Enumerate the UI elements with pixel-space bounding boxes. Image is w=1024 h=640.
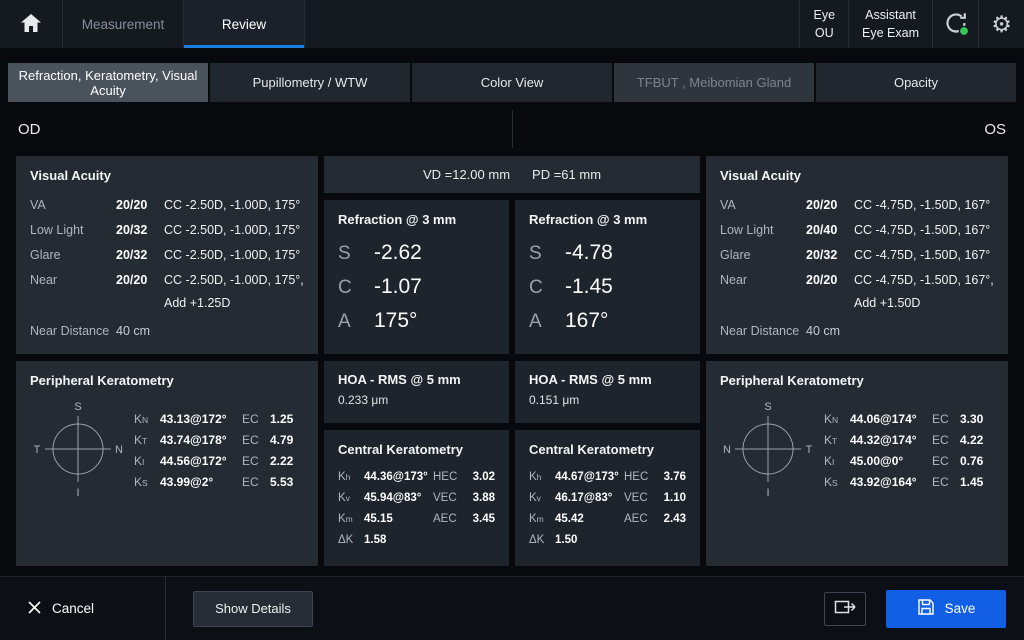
od-refraction-panel: Refraction @ 3 mm S -2.62 C -1.07 A 175°: [324, 200, 509, 354]
va-row: Near 20/20 CC -2.50D, -1.00D, 175°, Add …: [30, 268, 304, 314]
pk-row: KT 43.74@178° EC 4.79: [134, 433, 304, 447]
near-distance-row: Near Distance 40 cm: [30, 319, 304, 344]
eye-value: OU: [813, 24, 835, 42]
tab-measurement[interactable]: Measurement: [63, 0, 184, 48]
pk-row: KT 44.32@174° EC 4.22: [824, 433, 994, 447]
pk-row: KI 44.56@172° EC 2.22: [134, 454, 304, 468]
pk-row: KS 43.99@2° EC 5.53: [134, 475, 304, 489]
svg-text:S: S: [764, 401, 771, 413]
va-row: Low Light 20/32 CC -2.50D, -1.00D, 175°: [30, 218, 304, 243]
od-peripheral-keratometry-panel: Peripheral Keratometry S I T N KN: [16, 361, 318, 566]
svg-text:T: T: [806, 444, 813, 456]
os-refraction-column: Refraction @ 3 mm S -4.78 C -1.45 A 167°: [515, 200, 700, 566]
subtab-tfbut-meibomian[interactable]: TFBUT , Meibomian Gland: [614, 63, 814, 102]
assistant-value: Eye Exam: [862, 24, 919, 42]
center-columns: VD =12.00 mm PD =61 mm Refraction @ 3 mm…: [324, 156, 700, 566]
os-central-keratometry-panel: Central Keratometry Kh 44.67@173° HEC 3.…: [515, 430, 700, 566]
export-button[interactable]: [824, 592, 866, 626]
va-row: Glare 20/32 CC -4.75D, -1.50D, 167°: [720, 243, 994, 268]
tab-review[interactable]: Review: [184, 0, 305, 48]
pd-value: PD =61 mm: [532, 167, 601, 182]
gear-icon: ⚙: [991, 13, 1012, 36]
save-button[interactable]: Save: [886, 590, 1006, 628]
os-column: Visual Acuity VA 20/20 CC -4.75D, -1.50D…: [706, 156, 1008, 566]
pk-row: KS 43.92@164° EC 1.45: [824, 475, 994, 489]
panel-title: Peripheral Keratometry: [720, 373, 994, 388]
os-visual-acuity-panel: Visual Acuity VA 20/20 CC -4.75D, -1.50D…: [706, 156, 1008, 354]
panel-title: Visual Acuity: [30, 168, 304, 183]
top-bar: Measurement Review Eye OU Assistant Eye …: [0, 0, 1024, 48]
vd-pd-strip: VD =12.00 mm PD =61 mm: [324, 156, 700, 193]
svg-text:S: S: [74, 401, 81, 413]
close-icon: [28, 601, 41, 617]
os-hoa-panel: HOA - RMS @ 5 mm 0.151 μm: [515, 361, 700, 423]
subtab-color-view[interactable]: Color View: [412, 63, 612, 102]
subtab-opacity[interactable]: Opacity: [816, 63, 1016, 102]
view-tabs: Refraction, Keratometry, Visual Acuity P…: [8, 63, 1016, 102]
od-column: Visual Acuity VA 20/20 CC -2.50D, -1.00D…: [16, 156, 318, 566]
svg-text:I: I: [766, 487, 769, 499]
pk-row: KI 45.00@0° EC 0.76: [824, 454, 994, 468]
eye-selector[interactable]: Eye OU: [799, 0, 848, 48]
home-button[interactable]: [0, 0, 63, 48]
od-central-keratometry-panel: Central Keratometry Kh 44.36@173° HEC 3.…: [324, 430, 509, 566]
os-peripheral-keratometry-panel: Peripheral Keratometry S I N T KN: [706, 361, 1008, 566]
assistant-label: Assistant: [862, 6, 919, 24]
va-row: VA 20/20 CC -2.50D, -1.00D, 175°: [30, 193, 304, 218]
export-icon: [834, 598, 857, 619]
svg-text:T: T: [34, 444, 41, 456]
cancel-button[interactable]: Cancel: [28, 601, 94, 617]
od-visual-acuity-panel: Visual Acuity VA 20/20 CC -2.50D, -1.00D…: [16, 156, 318, 354]
panel-title: Visual Acuity: [720, 168, 994, 183]
va-row: Low Light 20/40 CC -4.75D, -1.50D, 167°: [720, 218, 994, 243]
subtab-pupillometry-wtw[interactable]: Pupillometry / WTW: [210, 63, 410, 102]
home-icon: [20, 13, 42, 36]
save-icon: [917, 598, 935, 619]
settings-button[interactable]: ⚙: [978, 0, 1024, 48]
sync-icon: [942, 9, 970, 40]
topbar-spacer: [305, 0, 799, 48]
os-refraction-panel: Refraction @ 3 mm S -4.78 C -1.45 A 167°: [515, 200, 700, 354]
svg-text:N: N: [115, 444, 123, 456]
od-refraction-column: Refraction @ 3 mm S -2.62 C -1.07 A 175°: [324, 200, 509, 566]
pk-row: KN 43.13@172° EC 1.25: [134, 412, 304, 426]
eye-header: OD OS: [0, 102, 1024, 156]
footer-bar: Cancel Show Details Save: [0, 576, 1024, 640]
show-details-button[interactable]: Show Details: [193, 591, 313, 627]
main-content: Visual Acuity VA 20/20 CC -2.50D, -1.00D…: [0, 156, 1024, 576]
od-axis-compass-icon: S I T N: [30, 398, 126, 503]
svg-text:N: N: [723, 444, 731, 456]
vd-value: VD =12.00 mm: [423, 167, 510, 182]
eye-label: Eye: [813, 6, 835, 24]
sync-status-button[interactable]: [932, 0, 978, 48]
va-row: Glare 20/32 CC -2.50D, -1.00D, 175°: [30, 243, 304, 268]
panel-title: Peripheral Keratometry: [30, 373, 304, 388]
os-label: OS: [513, 121, 1007, 138]
os-axis-compass-icon: S I N T: [720, 398, 816, 503]
pk-row: KN 44.06@174° EC 3.30: [824, 412, 994, 426]
subtab-refraction-keratometry-va[interactable]: Refraction, Keratometry, Visual Acuity: [8, 63, 208, 102]
near-distance-row: Near Distance 40 cm: [720, 319, 994, 344]
assistant-selector[interactable]: Assistant Eye Exam: [848, 0, 932, 48]
od-hoa-panel: HOA - RMS @ 5 mm 0.233 μm: [324, 361, 509, 423]
svg-text:I: I: [76, 487, 79, 499]
va-row: VA 20/20 CC -4.75D, -1.50D, 167°: [720, 193, 994, 218]
va-row: Near 20/20 CC -4.75D, -1.50D, 167°, Add …: [720, 268, 994, 314]
od-label: OD: [18, 121, 512, 138]
